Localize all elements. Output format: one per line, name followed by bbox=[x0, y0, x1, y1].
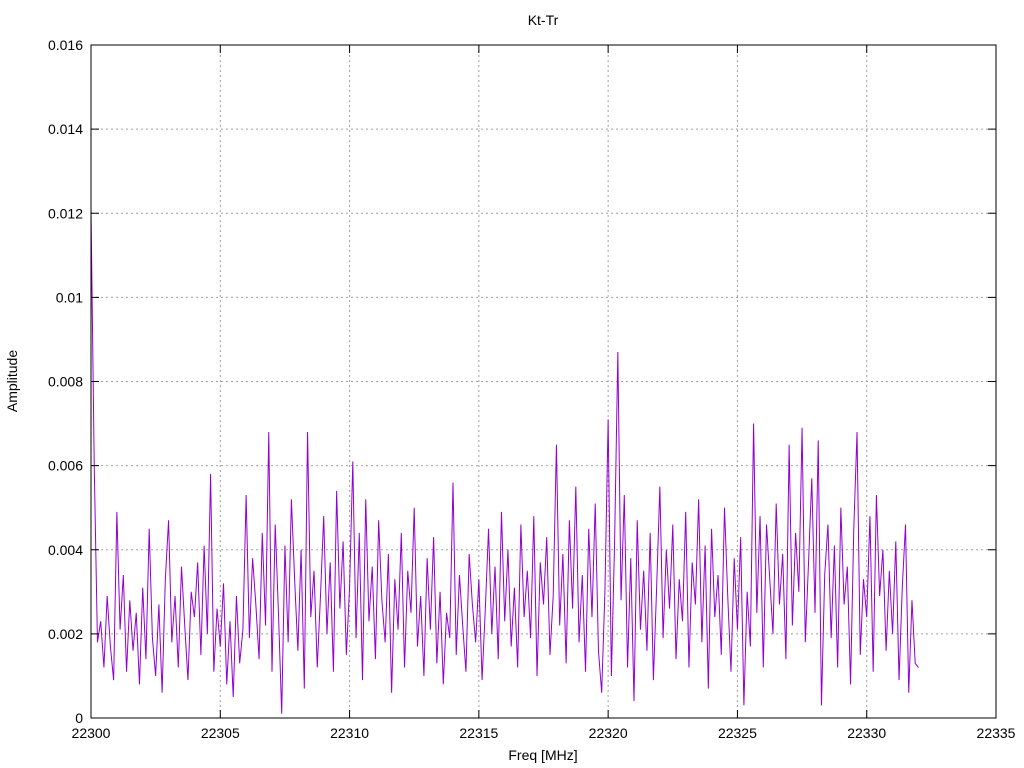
x-axis-label: Freq [MHz] bbox=[508, 747, 577, 763]
y-tick-label: 0.008 bbox=[48, 374, 83, 390]
y-tick-label: 0.01 bbox=[56, 289, 83, 305]
y-tick-label: 0.016 bbox=[48, 37, 83, 53]
x-tick-label: 22330 bbox=[847, 725, 886, 741]
y-tick-label: 0.002 bbox=[48, 626, 83, 642]
x-tick-label: 22310 bbox=[330, 725, 369, 741]
y-tick-label: 0 bbox=[75, 710, 83, 726]
x-tick-label: 22320 bbox=[589, 725, 628, 741]
x-tick-label: 22305 bbox=[201, 725, 240, 741]
x-tick-label: 22335 bbox=[977, 725, 1016, 741]
x-tick-label: 22325 bbox=[718, 725, 757, 741]
y-tick-label: 0.014 bbox=[48, 121, 83, 137]
y-axis-label: Amplitude bbox=[4, 350, 20, 412]
x-tick-label: 22315 bbox=[459, 725, 498, 741]
y-tick-label: 0.004 bbox=[48, 542, 83, 558]
x-tick-label: 22300 bbox=[72, 725, 111, 741]
y-tick-label: 0.012 bbox=[48, 205, 83, 221]
chart-title: Kt-Tr bbox=[528, 12, 559, 28]
y-tick-label: 0.006 bbox=[48, 458, 83, 474]
chart: 0 0.002 0.004 0.006 0.008 0.01 0.012 0.014 0.016… bbox=[0, 0, 1024, 768]
